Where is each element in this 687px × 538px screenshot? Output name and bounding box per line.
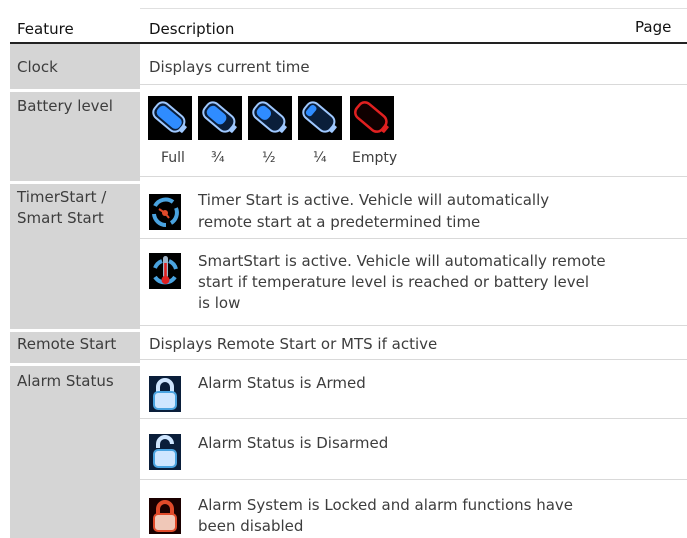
- alarm-locked-text-line1: Alarm System is Locked and alarm functio…: [198, 496, 574, 514]
- alarm-armed-text: Alarm Status is Armed: [198, 374, 366, 392]
- feature-clock: Clock: [17, 58, 58, 76]
- remote-start-description: Displays Remote Start or MTS if active: [149, 335, 438, 353]
- row-divider: [140, 359, 687, 360]
- battery-level-label: ½: [262, 150, 276, 166]
- smart-start-text-line3: is low: [198, 294, 241, 312]
- lock-closed-icon: [149, 376, 181, 412]
- row-divider: [140, 176, 687, 177]
- row-divider: [140, 479, 687, 480]
- timer-start-text-line2: remote start at a predetermined time: [198, 213, 481, 231]
- feature-battery: Battery level: [17, 97, 113, 115]
- smart-start-text-line2: start if temperature level is reached or…: [198, 273, 589, 291]
- row-divider: [140, 238, 687, 239]
- feature-remote-start: Remote Start: [17, 335, 117, 353]
- feature-timer-line1: TimerStart /: [17, 188, 107, 206]
- row-divider: [140, 84, 687, 85]
- header-description: Description: [149, 20, 235, 38]
- header-feature: Feature: [17, 20, 74, 38]
- timer-start-text-line1: Timer Start is active. Vehicle will auto…: [198, 191, 550, 209]
- battery-level-label: ¼: [313, 150, 327, 166]
- lock-disabled-icon: [149, 498, 181, 534]
- battery-three-quarter-icon: [198, 96, 242, 140]
- battery-level-label: Empty: [352, 150, 398, 166]
- header-rule: [10, 42, 687, 44]
- feature-column: [10, 8, 140, 538]
- feature-timer-line2: Smart Start: [17, 209, 104, 227]
- battery-empty-icon: [350, 96, 394, 140]
- row-divider: [140, 418, 687, 419]
- alarm-disarmed-text: Alarm Status is Disarmed: [198, 434, 389, 452]
- battery-half-icon: [248, 96, 292, 140]
- alarm-locked-text-line2: been disabled: [198, 517, 304, 535]
- feature-alarm-status: Alarm Status: [17, 372, 114, 390]
- row-divider: [140, 325, 687, 326]
- header-page: Page: [635, 18, 672, 36]
- battery-level-label: ¾: [211, 150, 225, 166]
- clock-description: Displays current time: [149, 58, 310, 76]
- battery-quarter-icon: [298, 96, 342, 140]
- smart-start-text-line1: SmartStart is active. Vehicle will autom…: [198, 252, 606, 270]
- battery-level-label: Full: [161, 150, 185, 166]
- battery-full-icon: [148, 96, 192, 140]
- timer-start-icon: [149, 194, 181, 230]
- lock-open-icon: [149, 434, 181, 470]
- smart-start-thermometer-icon: [149, 253, 181, 289]
